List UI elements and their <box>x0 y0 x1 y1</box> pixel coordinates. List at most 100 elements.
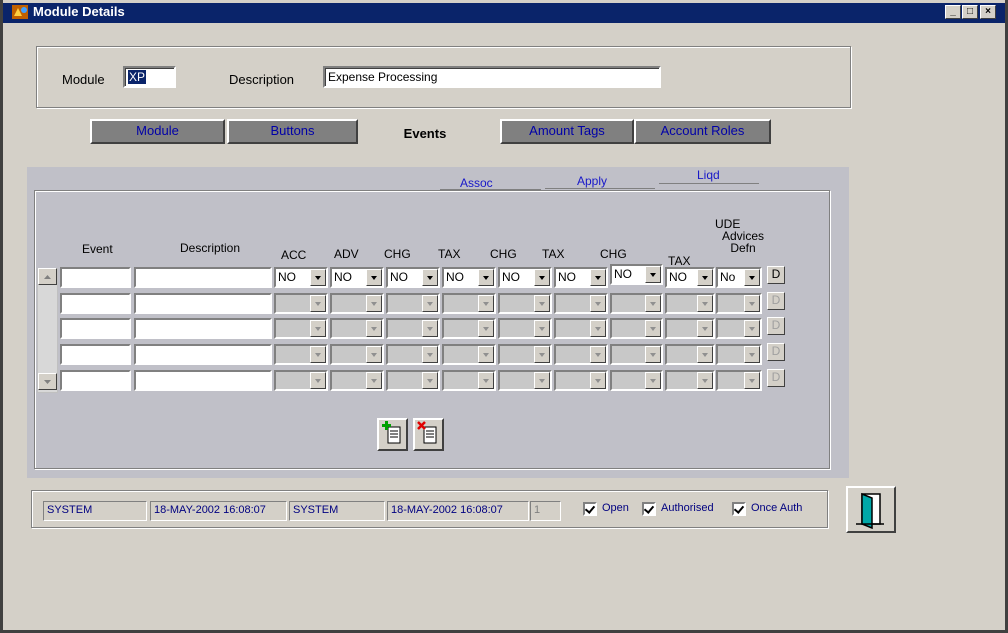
tax-assoc-select[interactable] <box>442 293 496 314</box>
dropdown-arrow-icon <box>478 269 494 286</box>
adv-select[interactable] <box>330 293 384 314</box>
event-code-field[interactable] <box>60 370 131 391</box>
chg-assoc-select[interactable] <box>386 370 440 391</box>
tab-module[interactable]: Module <box>90 119 225 144</box>
maximize-button[interactable]: □ <box>962 5 978 19</box>
dropdown-arrow-icon <box>422 346 438 363</box>
tax-apply-select[interactable] <box>554 293 608 314</box>
scroll-down-button[interactable] <box>38 373 57 390</box>
details-button[interactable]: D <box>767 317 785 335</box>
authorised-checkbox[interactable] <box>642 502 656 516</box>
dropdown-arrow-icon <box>310 346 326 363</box>
chg-apply-select[interactable]: NO <box>498 267 552 288</box>
tab-amount-tags[interactable]: Amount Tags <box>500 119 634 144</box>
event-description-field[interactable] <box>134 293 272 314</box>
module-label: Module <box>62 72 105 87</box>
tax-assoc-select[interactable]: NO <box>442 267 496 288</box>
chg-liqd-select[interactable] <box>610 344 663 365</box>
acc-select[interactable] <box>274 370 328 391</box>
details-button[interactable]: D <box>767 343 785 361</box>
event-code-field[interactable] <box>60 293 131 314</box>
minimize-button[interactable]: _ <box>945 5 961 19</box>
adv-select[interactable]: NO <box>330 267 384 288</box>
dropdown-arrow-icon <box>744 295 760 312</box>
tab-account-roles[interactable]: Account Roles <box>634 119 771 144</box>
col-header-chg-apply: CHG <box>490 247 517 261</box>
chg-liqd-value: NO <box>614 267 632 281</box>
event-description-field[interactable] <box>134 344 272 365</box>
assoc-group-header: Assoc <box>460 176 493 190</box>
ude-advices-select[interactable] <box>716 318 762 339</box>
module-field[interactable]: XP <box>123 66 176 88</box>
ude-advices-select[interactable] <box>716 344 762 365</box>
chg-apply-value: NO <box>502 270 520 284</box>
col-header-tax-liqd: TAX <box>668 254 691 268</box>
event-description-field[interactable] <box>134 267 272 288</box>
chg-liqd-select[interactable] <box>610 293 663 314</box>
details-button[interactable]: D <box>767 266 785 284</box>
tax-assoc-select[interactable] <box>442 344 496 365</box>
event-description-field[interactable] <box>134 370 272 391</box>
dropdown-arrow-icon <box>366 295 382 312</box>
chg-apply-select[interactable] <box>498 293 552 314</box>
dropdown-arrow-icon <box>645 346 661 363</box>
tax-apply-select[interactable]: NO <box>554 267 608 288</box>
tax-apply-select[interactable] <box>554 318 608 339</box>
dropdown-arrow-icon <box>697 372 713 389</box>
chg-assoc-select[interactable] <box>386 293 440 314</box>
tax-liqd-select[interactable] <box>665 344 715 365</box>
col-header-tax-assoc: TAX <box>438 247 461 261</box>
title-bar <box>3 3 1005 23</box>
liqd-group-header: Liqd <box>697 168 720 182</box>
event-code-field[interactable] <box>60 344 131 365</box>
details-button[interactable]: D <box>767 292 785 310</box>
dropdown-arrow-icon <box>744 320 760 337</box>
acc-select[interactable] <box>274 344 328 365</box>
col-header-description: Description <box>180 241 241 255</box>
adv-select[interactable] <box>330 344 384 365</box>
ude-advices-select[interactable] <box>716 293 762 314</box>
tax-liqd-select[interactable] <box>665 318 715 339</box>
chg-assoc-select[interactable]: NO <box>386 267 440 288</box>
add-row-button[interactable] <box>377 418 408 451</box>
ude-advices-select[interactable] <box>716 370 762 391</box>
description-field[interactable]: Expense Processing <box>323 66 661 88</box>
scroll-up-button[interactable] <box>38 268 57 285</box>
tax-apply-select[interactable] <box>554 370 608 391</box>
acc-select[interactable]: NO <box>274 267 328 288</box>
adv-select[interactable] <box>330 318 384 339</box>
chg-assoc-select[interactable] <box>386 318 440 339</box>
event-code-field[interactable] <box>60 267 131 288</box>
tax-assoc-select[interactable] <box>442 370 496 391</box>
once-auth-checkbox[interactable] <box>732 502 746 516</box>
delete-row-button[interactable] <box>413 418 444 451</box>
details-button[interactable]: D <box>767 369 785 387</box>
module-app-icon <box>12 5 28 19</box>
acc-select[interactable] <box>274 318 328 339</box>
open-label: Open <box>602 502 629 514</box>
adv-select[interactable] <box>330 370 384 391</box>
close-button[interactable]: × <box>980 5 996 19</box>
chg-apply-select[interactable] <box>498 344 552 365</box>
tax-assoc-select[interactable] <box>442 318 496 339</box>
tax-liqd-select[interactable]: NO <box>665 267 715 288</box>
chg-liqd-select[interactable] <box>610 370 663 391</box>
tab-events[interactable]: Events <box>385 124 465 149</box>
chg-assoc-select[interactable] <box>386 344 440 365</box>
ude-advices-select[interactable]: No <box>716 267 762 288</box>
event-description-field[interactable] <box>134 318 272 339</box>
exit-button[interactable] <box>846 486 896 533</box>
chg-apply-select[interactable] <box>498 318 552 339</box>
dropdown-arrow-icon <box>310 295 326 312</box>
dropdown-arrow-icon <box>744 346 760 363</box>
event-code-field[interactable] <box>60 318 131 339</box>
chg-apply-select[interactable] <box>498 370 552 391</box>
tax-apply-select[interactable] <box>554 344 608 365</box>
acc-select[interactable] <box>274 293 328 314</box>
chg-liqd-select[interactable]: NO <box>610 264 663 285</box>
open-checkbox[interactable] <box>583 502 597 516</box>
tax-liqd-select[interactable] <box>665 293 715 314</box>
tax-liqd-select[interactable] <box>665 370 715 391</box>
tab-buttons[interactable]: Buttons <box>227 119 358 144</box>
chg-liqd-select[interactable] <box>610 318 663 339</box>
